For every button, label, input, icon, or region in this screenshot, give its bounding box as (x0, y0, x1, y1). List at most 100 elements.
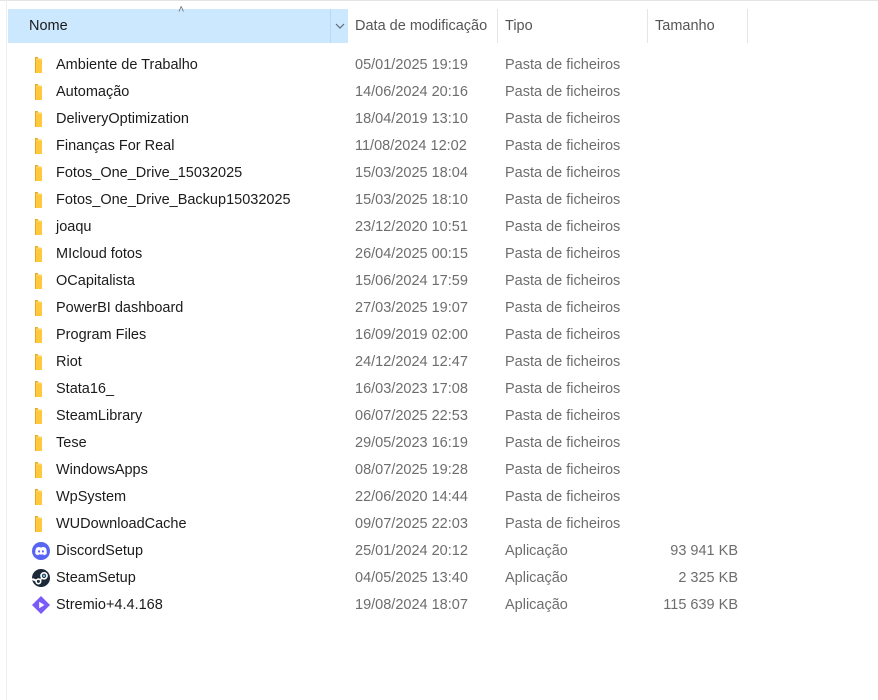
file-type: Pasta de ficheiros (505, 327, 621, 343)
file-row[interactable]: Tese 29/05/2023 16:19 Pasta de ficheiros (0, 430, 878, 457)
chevron-down-icon[interactable] (330, 9, 349, 43)
file-date: 15/03/2025 18:10 (355, 192, 468, 208)
sort-ascending-icon: ˄ (178, 4, 185, 16)
file-name: SteamLibrary (56, 408, 143, 424)
column-header-size[interactable]: Tamanho (648, 9, 748, 43)
file-type: Pasta de ficheiros (505, 192, 621, 208)
file-row[interactable]: MIcloud fotos 26/04/2025 00:15 Pasta de fi… (0, 241, 878, 268)
folder-icon (31, 244, 51, 264)
file-name: Fotos_One_Drive_15032025 (56, 165, 243, 181)
file-name: PowerBI dashboard (56, 300, 184, 316)
file-name: Stremio+4.4.168 (56, 597, 163, 613)
file-type: Pasta de ficheiros (505, 354, 621, 370)
file-row[interactable]: Stata16_ 16/03/2023 17:08 Pasta de ficheir… (0, 376, 878, 403)
folder-icon (31, 136, 51, 156)
file-type: Pasta de ficheiros (505, 165, 621, 181)
folder-icon (31, 379, 51, 399)
column-header-row: Nome ˄ Data de modificação Tipo Tamanho (0, 4, 878, 43)
window-top-edge (0, 0, 878, 1)
file-row[interactable]: Stremio+4.4.168 19/08/2024 18:07 Aplicação… (0, 592, 878, 619)
folder-icon (31, 271, 51, 291)
file-name: DeliveryOptimization (56, 111, 189, 127)
folder-icon (31, 217, 51, 237)
file-row[interactable]: DiscordSetup 25/01/2024 20:12 Aplicação 93 … (0, 538, 878, 565)
file-row[interactable]: OCapitalista 15/06/2024 17:59 Pasta de fic… (0, 268, 878, 295)
file-name: MIcloud fotos (56, 246, 143, 262)
column-header-name-label: Nome (29, 18, 68, 34)
file-name: Stata16_ (56, 381, 115, 397)
steam-icon (31, 568, 51, 588)
file-date: 18/04/2019 13:10 (355, 111, 468, 127)
folder-icon (31, 109, 51, 129)
column-header-size-label: Tamanho (655, 18, 715, 34)
file-date: 23/12/2020 10:51 (355, 219, 468, 235)
column-header-date[interactable]: Data de modificação (348, 9, 498, 43)
folder-icon (31, 460, 51, 480)
file-row[interactable]: Fotos_One_Drive_15032025 15/03/2025 18:04… (0, 160, 878, 187)
file-row[interactable]: Fotos_One_Drive_Backup15032025 15/03/2025… (0, 187, 878, 214)
file-row[interactable]: Riot 24/12/2024 12:47 Pasta de ficheiros (0, 349, 878, 376)
file-row[interactable]: Automação 14/06/2024 20:16 Pasta de fichei… (0, 79, 878, 106)
folder-icon (31, 433, 51, 453)
column-header-type[interactable]: Tipo (498, 9, 648, 43)
file-type: Pasta de ficheiros (505, 111, 621, 127)
file-type: Pasta de ficheiros (505, 219, 621, 235)
file-date: 16/09/2019 02:00 (355, 327, 468, 343)
file-row[interactable]: SteamSetup 04/05/2025 13:40 Aplicação 2 325… (0, 565, 878, 592)
file-date: 04/05/2025 13:40 (355, 570, 468, 586)
file-type: Pasta de ficheiros (505, 138, 621, 154)
file-name: Fotos_One_Drive_Backup15032025 (56, 192, 291, 208)
file-name: OCapitalista (56, 273, 135, 289)
file-name: WpSystem (56, 489, 127, 505)
file-type: Pasta de ficheiros (505, 84, 621, 100)
file-row[interactable]: DeliveryOptimization 18/04/2019 13:10 Past… (0, 106, 878, 133)
folder-icon (31, 82, 51, 102)
file-type: Pasta de ficheiros (505, 516, 621, 532)
file-name: Automação (56, 84, 130, 100)
file-date: 15/06/2024 17:59 (355, 273, 468, 289)
folder-icon (31, 514, 51, 534)
file-size: 115 639 KB (663, 597, 738, 613)
file-name: Program Files (56, 327, 147, 343)
file-type: Pasta de ficheiros (505, 300, 621, 316)
file-list: Ambiente de Trabalho 05/01/2025 19:19 Past… (0, 52, 878, 619)
file-type: Pasta de ficheiros (505, 246, 621, 262)
folder-icon (31, 298, 51, 318)
file-date: 15/03/2025 18:04 (355, 165, 468, 181)
file-row[interactable]: joaqu 23/12/2020 10:51 Pasta de ficheiros (0, 214, 878, 241)
folder-icon (31, 190, 51, 210)
file-row[interactable]: SteamLibrary 06/07/2025 22:53 Pasta de fic… (0, 403, 878, 430)
file-name: joaqu (56, 219, 92, 235)
file-type: Aplicação (505, 570, 568, 586)
file-size: 2 325 KB (678, 570, 738, 586)
discord-icon (31, 541, 51, 561)
file-name: Tese (56, 435, 87, 451)
file-date: 09/07/2025 22:03 (355, 516, 468, 532)
file-row[interactable]: WpSystem 22/06/2020 14:44 Pasta de ficheir… (0, 484, 878, 511)
file-date: 16/03/2023 17:08 (355, 381, 468, 397)
file-row[interactable]: Program Files 16/09/2019 02:00 Pasta de fi… (0, 322, 878, 349)
file-date: 06/07/2025 22:53 (355, 408, 468, 424)
file-type: Pasta de ficheiros (505, 435, 621, 451)
file-date: 24/12/2024 12:47 (355, 354, 468, 370)
column-divider[interactable] (747, 9, 748, 43)
file-row[interactable]: PowerBI dashboard 27/03/2025 19:07 Pasta d… (0, 295, 878, 322)
folder-icon (31, 487, 51, 507)
file-row[interactable]: Finanças For Real 11/08/2024 12:02 Pasta d… (0, 133, 878, 160)
folder-icon (31, 352, 51, 372)
file-date: 14/06/2024 20:16 (355, 84, 468, 100)
file-date: 05/01/2025 19:19 (355, 57, 468, 73)
stremio-icon (31, 595, 51, 615)
file-name: Riot (56, 354, 82, 370)
file-row[interactable]: WindowsApps 08/07/2025 19:28 Pasta de fich… (0, 457, 878, 484)
file-row[interactable]: WUDownloadCache 09/07/2025 22:03 Pasta de … (0, 511, 878, 538)
folder-icon (31, 325, 51, 345)
folder-icon (31, 163, 51, 183)
file-date: 25/01/2024 20:12 (355, 543, 468, 559)
file-name: DiscordSetup (56, 543, 144, 559)
file-type: Aplicação (505, 597, 568, 613)
file-date: 26/04/2025 00:15 (355, 246, 468, 262)
file-name: Ambiente de Trabalho (56, 57, 198, 73)
folder-icon (31, 55, 51, 75)
file-row[interactable]: Ambiente de Trabalho 05/01/2025 19:19 Past… (0, 52, 878, 79)
